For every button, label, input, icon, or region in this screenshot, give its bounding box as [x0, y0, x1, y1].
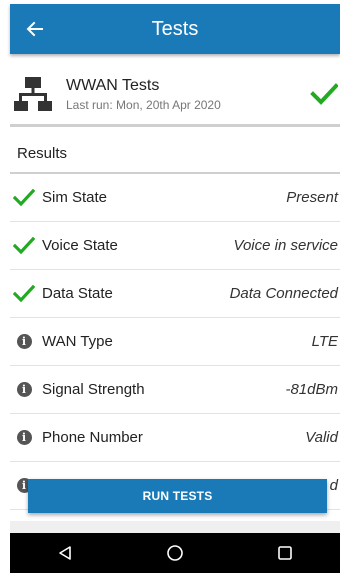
bottom-strip [10, 521, 340, 533]
result-row-sim-state: Sim State Present [10, 174, 340, 222]
check-icon [13, 188, 35, 206]
arrow-left-icon [26, 21, 43, 37]
check-icon [310, 83, 338, 105]
results-header: Results [17, 144, 68, 162]
result-value: d [329, 477, 338, 494]
result-value: Data Connected [229, 285, 338, 302]
last-run-text: Last run: Mon, 20th Apr 2020 [66, 98, 221, 112]
result-row-voice-state: Voice State Voice in service [10, 222, 340, 270]
back-button[interactable] [10, 4, 60, 54]
result-label: Signal Strength [42, 381, 145, 398]
test-name: WWAN Tests [66, 77, 160, 94]
nav-home-button[interactable] [155, 533, 195, 573]
result-label: Sim State [42, 189, 108, 206]
result-value: LTE [311, 333, 338, 350]
nav-home-icon [167, 545, 183, 561]
check-icon [13, 284, 35, 302]
system-nav-bar [10, 533, 340, 573]
result-row-wan-type: i WAN Type LTE [10, 318, 340, 366]
result-label: Data State [42, 285, 113, 302]
divider [10, 124, 340, 127]
result-label: WAN Type [42, 333, 113, 350]
info-icon: i [16, 334, 32, 349]
result-value: -81dBm [285, 381, 338, 398]
info-icon: i [16, 430, 32, 445]
network-icon [14, 77, 52, 111]
result-row-phone-number: i Phone Number Valid [10, 414, 340, 462]
nav-recents-button[interactable] [265, 533, 305, 573]
info-icon: i [16, 382, 32, 397]
run-tests-button[interactable]: RUN TESTS [28, 479, 327, 513]
nav-recents-icon [278, 546, 292, 560]
app-bar: Tests [10, 4, 340, 54]
result-label: Voice State [42, 237, 118, 254]
result-row-signal-strength: i Signal Strength -81dBm [10, 366, 340, 414]
test-summary: WWAN Tests Last run: Mon, 20th Apr 2020 [10, 64, 340, 124]
result-value: Voice in service [233, 237, 339, 254]
result-row-data-state: Data State Data Connected [10, 270, 340, 318]
result-label: Phone Number [42, 429, 143, 446]
result-value: Valid [305, 429, 338, 446]
results-list: Sim State Present Voice State Voice in s… [10, 174, 340, 510]
check-icon [13, 236, 35, 254]
result-value: Present [286, 189, 338, 206]
nav-back-button[interactable] [45, 533, 85, 573]
nav-back-icon [59, 546, 71, 560]
